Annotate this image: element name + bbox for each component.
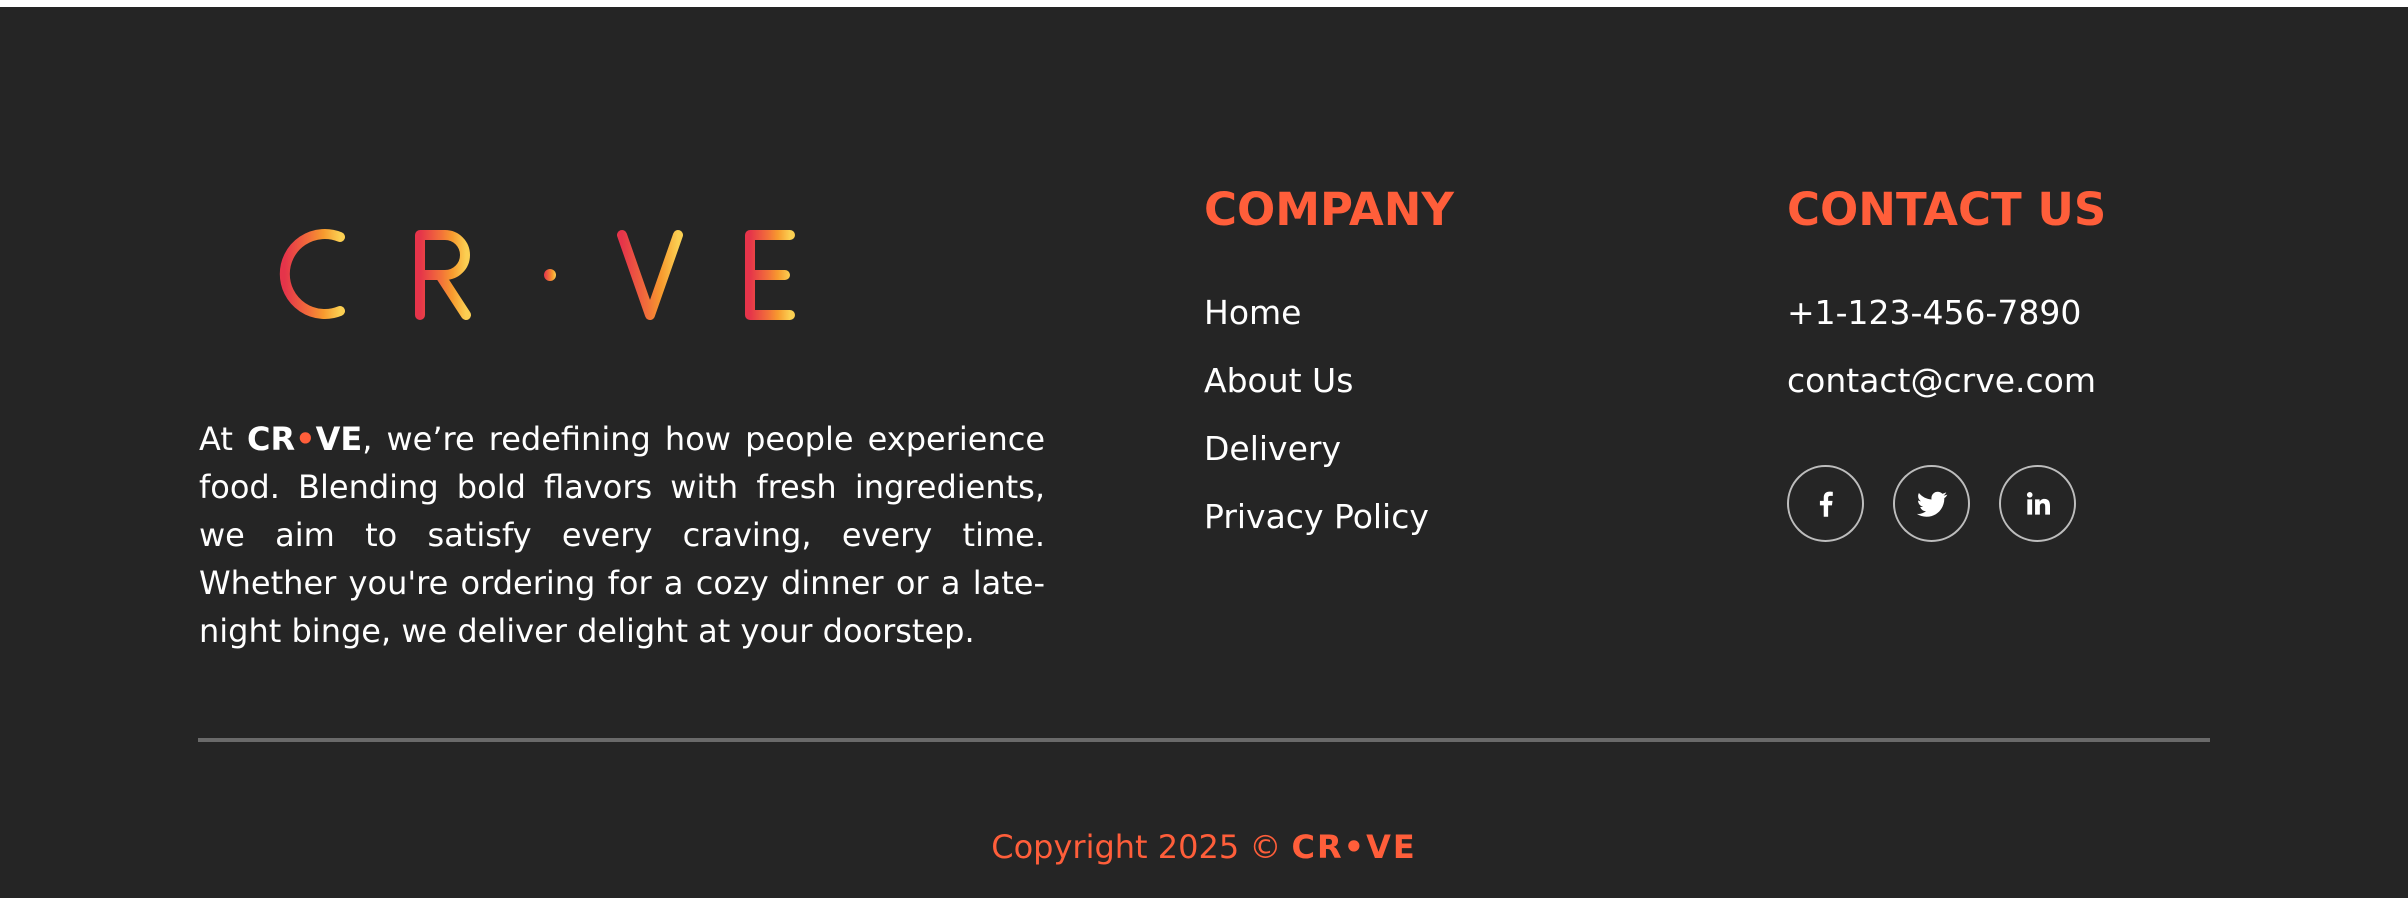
link-privacy-policy[interactable]: Privacy Policy [1204,489,1429,557]
copyright-brand-part2: VE [1366,828,1417,866]
social-links [1787,465,2076,542]
contact-email[interactable]: contact@crve.com [1787,353,2096,421]
footer-divider [198,738,2210,742]
site-footer: At CR•VE, we’re redefining how people ex… [0,7,2408,898]
linkedin-button[interactable] [1999,465,2076,542]
contact-details: +1-123-456-7890 contact@crve.com [1787,285,2096,421]
company-heading: COMPANY [1204,183,1454,236]
copyright-text: Copyright 2025 © [991,828,1292,866]
company-links: Home About Us Delivery Privacy Policy [1204,285,1429,557]
twitter-button[interactable] [1893,465,1970,542]
copyright: Copyright 2025 © CR•VE [0,822,2408,872]
contact-heading: CONTACT US [1787,183,2107,236]
copyright-brand-part1: CR [1291,828,1344,866]
facebook-icon [1819,491,1833,517]
brand-name-dot: • [295,420,316,458]
copyright-brand: CR•VE [1292,828,1417,866]
facebook-button[interactable] [1787,465,1864,542]
linkedin-icon [2026,491,2050,515]
brand-name-part2: VE [315,420,363,458]
contact-phone[interactable]: +1-123-456-7890 [1787,285,2096,353]
about-prefix: At [199,420,247,458]
brand-name-inline: CR•VE [247,420,362,458]
about-text: At CR•VE, we’re redefining how people ex… [199,415,1045,655]
copyright-brand-dot: • [1343,828,1367,866]
link-home[interactable]: Home [1204,285,1429,353]
link-about-us[interactable]: About Us [1204,353,1429,421]
twitter-icon [1916,491,1947,517]
crve-logo[interactable] [270,217,810,327]
brand-name-part1: CR [246,420,296,458]
link-delivery[interactable]: Delivery [1204,421,1429,489]
